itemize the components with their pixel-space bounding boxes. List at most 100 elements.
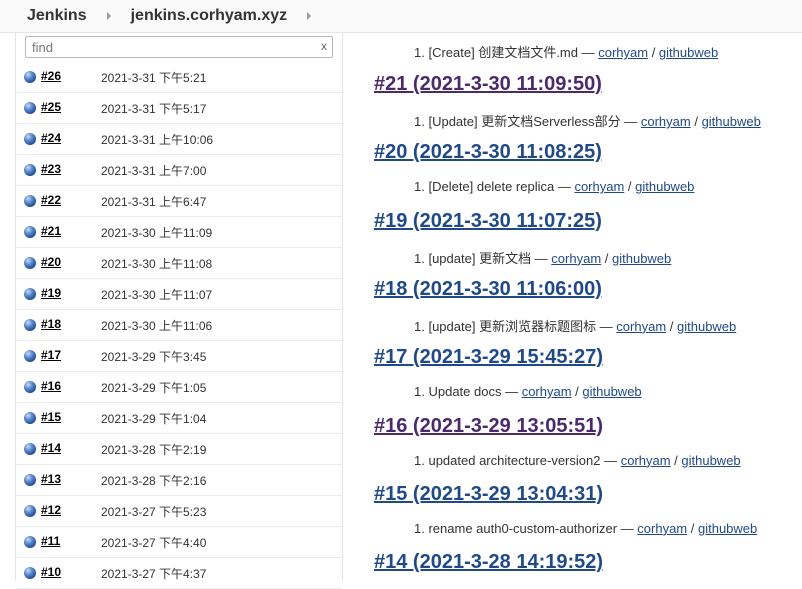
build-filter-input[interactable] xyxy=(26,37,312,57)
build-row[interactable]: #21 2021-3-30 上午11:09 xyxy=(16,217,342,248)
build-row[interactable]: #17 2021-3-29 下午3:45 xyxy=(16,341,342,372)
build-date: 2021-3-30 上午11:09 xyxy=(101,226,213,240)
build-number-link[interactable]: #10 xyxy=(41,565,61,579)
change-item-separator: / xyxy=(670,452,682,468)
build-date: 2021-3-28 下午2:19 xyxy=(101,443,207,457)
build-row[interactable]: #14 2021-3-28 下午2:19 xyxy=(16,434,342,465)
change-item: 1. [Create] 创建文档文件.md — corhyam / github… xyxy=(414,42,718,61)
breadcrumb-jenkins[interactable]: Jenkins xyxy=(27,7,87,25)
build-date: 2021-3-31 上午10:06 xyxy=(101,133,214,147)
build-number-link[interactable]: #24 xyxy=(41,131,61,145)
build-row[interactable]: #22 2021-3-31 上午6:47 xyxy=(16,186,342,217)
build-row[interactable]: #10 2021-3-27 下午4:37 xyxy=(16,558,342,589)
build-number-link[interactable]: #15 xyxy=(41,410,61,424)
repo-link[interactable]: githubweb xyxy=(677,319,736,334)
build-row[interactable]: #15 2021-3-29 下午1:04 xyxy=(16,403,342,434)
repo-link[interactable]: githubweb xyxy=(635,179,694,194)
build-filter: x xyxy=(25,36,333,58)
build-number-link[interactable]: #18 xyxy=(41,317,61,331)
build-heading-link[interactable]: #17 (2021-3-29 15:45:27) xyxy=(374,346,603,369)
build-date: 2021-3-29 下午1:05 xyxy=(101,381,207,395)
author-link[interactable]: corhyam xyxy=(598,45,648,60)
build-heading-link[interactable]: #14 (2021-3-28 14:19:52) xyxy=(374,551,603,574)
change-item-text: [update] 更新文档 — xyxy=(428,250,552,266)
author-link[interactable]: corhyam xyxy=(621,453,671,468)
blue-ball-icon xyxy=(24,505,36,517)
build-heading-link[interactable]: #21 (2021-3-30 11:09:50) xyxy=(374,73,602,96)
author-link[interactable]: corhyam xyxy=(641,114,691,129)
chevron-right-icon[interactable] xyxy=(106,12,111,20)
build-heading-link[interactable]: #20 (2021-3-30 11:08:25) xyxy=(374,141,602,164)
build-date: 2021-3-31 下午5:21 xyxy=(101,71,207,85)
build-date: 2021-3-29 下午1:04 xyxy=(101,412,207,426)
change-item-text: Update docs — xyxy=(428,384,522,400)
build-row[interactable]: #18 2021-3-30 上午11:06 xyxy=(16,310,342,341)
author-link[interactable]: corhyam xyxy=(637,521,687,536)
build-date: 2021-3-28 下午2:16 xyxy=(101,474,207,488)
change-item-text: [Update] 更新文档Serverless部分 — xyxy=(428,114,641,129)
build-number-link[interactable]: #20 xyxy=(41,255,61,269)
build-heading-link[interactable]: #15 (2021-3-29 13:04:31) xyxy=(374,483,603,506)
build-number-link[interactable]: #11 xyxy=(41,534,60,548)
build-date: 2021-3-31 下午5:17 xyxy=(101,102,207,116)
change-item-separator: / xyxy=(690,114,702,129)
change-item-text: rename auth0-custom-authorizer — xyxy=(428,520,638,536)
blue-ball-icon xyxy=(24,443,36,455)
breadcrumb-project[interactable]: jenkins.corhyam.xyz xyxy=(131,7,288,25)
build-number-link[interactable]: #12 xyxy=(41,503,61,517)
repo-link[interactable]: githubweb xyxy=(582,384,641,399)
changes-panel: 1. [Create] 创建文档文件.md — corhyam / github… xyxy=(374,33,802,581)
repo-link[interactable]: githubweb xyxy=(698,521,757,536)
repo-link[interactable]: githubweb xyxy=(681,453,740,468)
build-row[interactable]: #19 2021-3-30 上午11:07 xyxy=(16,279,342,310)
build-date: 2021-3-31 上午6:47 xyxy=(101,195,207,209)
clear-filter-icon[interactable]: x xyxy=(321,39,327,53)
build-number-link[interactable]: #16 xyxy=(41,379,61,393)
change-item: 1. updated architecture-version2 — corhy… xyxy=(414,453,741,468)
change-item-number: 1. xyxy=(414,384,425,400)
build-row[interactable]: #23 2021-3-31 上午7:00 xyxy=(16,155,342,186)
blue-ball-icon xyxy=(24,536,36,548)
build-number-link[interactable]: #21 xyxy=(41,224,61,238)
build-heading-link[interactable]: #16 (2021-3-29 13:05:51) xyxy=(374,415,603,438)
author-link[interactable]: corhyam xyxy=(522,384,572,399)
change-item-number: 1. xyxy=(414,114,425,129)
change-item-number: 1. xyxy=(414,45,425,60)
repo-link[interactable]: githubweb xyxy=(612,251,671,266)
build-heading-link[interactable]: #19 (2021-3-30 11:07:25) xyxy=(374,210,602,233)
build-heading-link[interactable]: #18 (2021-3-30 11:06:00) xyxy=(374,278,602,301)
chevron-right-icon[interactable] xyxy=(307,12,312,20)
build-row[interactable]: #11 2021-3-27 下午4:40 xyxy=(16,527,342,558)
build-number-link[interactable]: #25 xyxy=(41,100,61,114)
build-date: 2021-3-30 上午11:06 xyxy=(101,319,213,333)
repo-link[interactable]: githubweb xyxy=(702,114,761,129)
build-number-link[interactable]: #19 xyxy=(41,286,61,300)
build-row[interactable]: #12 2021-3-27 下午5:23 xyxy=(16,496,342,527)
build-number-link[interactable]: #26 xyxy=(41,69,61,83)
blue-ball-icon xyxy=(24,567,36,579)
build-row[interactable]: #24 2021-3-31 上午10:06 xyxy=(16,124,342,155)
build-date: 2021-3-27 下午5:23 xyxy=(101,505,207,519)
build-number-link[interactable]: #14 xyxy=(41,441,61,455)
change-item-text: [Create] 创建文档文件.md — xyxy=(428,45,599,60)
author-link[interactable]: corhyam xyxy=(574,179,624,194)
build-history-panel: x #26 2021-3-31 下午5:21 #25 2021-3-31 下午5:17… xyxy=(15,33,343,589)
build-number-link[interactable]: #13 xyxy=(41,472,61,486)
build-row[interactable]: #26 2021-3-31 下午5:21 xyxy=(16,62,342,93)
build-row[interactable]: #25 2021-3-31 下午5:17 xyxy=(16,93,342,124)
author-link[interactable]: corhyam xyxy=(616,319,666,334)
blue-ball-icon xyxy=(24,381,36,393)
build-number-link[interactable]: #17 xyxy=(41,348,61,362)
repo-link[interactable]: githubweb xyxy=(659,45,718,60)
author-link[interactable]: corhyam xyxy=(551,251,601,266)
build-number-link[interactable]: #23 xyxy=(41,162,61,176)
change-item-number: 1. xyxy=(414,250,425,266)
change-item-separator: / xyxy=(624,179,636,195)
blue-ball-icon xyxy=(24,133,36,145)
build-row[interactable]: #20 2021-3-30 上午11:08 xyxy=(16,248,342,279)
build-row[interactable]: #13 2021-3-28 下午2:16 xyxy=(16,465,342,496)
build-date: 2021-3-29 下午3:45 xyxy=(101,350,207,364)
change-item-separator: / xyxy=(571,384,583,400)
build-number-link[interactable]: #22 xyxy=(41,193,61,207)
build-row[interactable]: #16 2021-3-29 下午1:05 xyxy=(16,372,342,403)
